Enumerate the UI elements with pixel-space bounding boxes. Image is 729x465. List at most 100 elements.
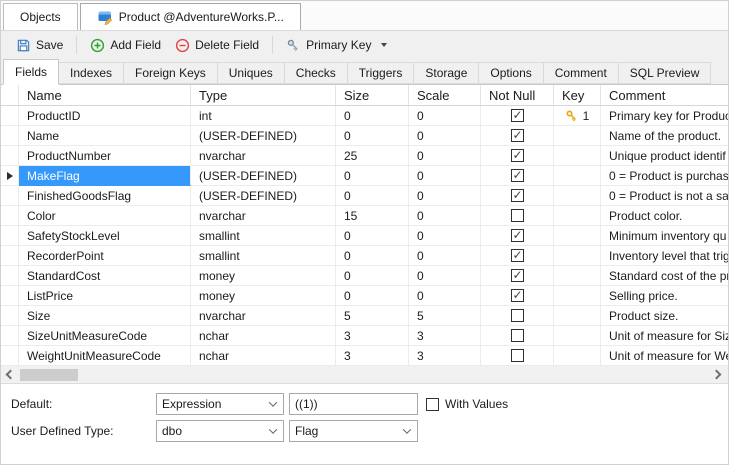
cell-comment[interactable]: 0 = Product is not a sal <box>601 186 728 206</box>
cell-size[interactable]: 0 <box>336 186 409 206</box>
not-null-checkbox[interactable] <box>511 329 524 342</box>
cell-field-name[interactable]: SafetyStockLevel <box>19 226 191 246</box>
cell-scale[interactable]: 0 <box>409 146 481 166</box>
add-field-button[interactable]: Add Field <box>83 35 168 56</box>
cell-comment[interactable]: Selling price. <box>601 286 728 306</box>
not-null-checkbox[interactable] <box>511 349 524 362</box>
cell-key[interactable] <box>554 226 601 246</box>
cell-comment[interactable]: Primary key for Produc <box>601 106 728 126</box>
cell-field-name[interactable]: Size <box>19 306 191 326</box>
cell-key[interactable] <box>554 346 601 366</box>
cell-not-null[interactable] <box>481 346 554 366</box>
table-row[interactable]: ProductID int 0 0 1 Primary key for Pro <box>1 106 728 126</box>
delete-field-button[interactable]: Delete Field <box>168 35 266 56</box>
cell-field-name[interactable]: WeightUnitMeasureCode <box>19 346 191 366</box>
scroll-right-icon[interactable] <box>712 370 722 380</box>
not-null-checkbox[interactable] <box>511 209 524 222</box>
table-row[interactable]: ListPrice money 0 0 Selling price. <box>1 286 728 306</box>
table-row[interactable]: ProductNumber nvarchar 25 0 Unique pro <box>1 146 728 166</box>
cell-key[interactable] <box>554 166 601 186</box>
cell-comment[interactable]: Product color. <box>601 206 728 226</box>
cell-not-null[interactable] <box>481 286 554 306</box>
row-selector-gutter[interactable] <box>1 106 19 126</box>
not-null-checkbox[interactable] <box>511 309 524 322</box>
row-selector-gutter[interactable] <box>1 186 19 206</box>
tab-product-designer[interactable]: Product @AdventureWorks.P... <box>80 3 301 30</box>
cell-key[interactable] <box>554 306 601 326</box>
cell-type[interactable]: (USER-DEFINED) <box>191 166 336 186</box>
cell-field-name[interactable]: FinishedGoodsFlag <box>19 186 191 206</box>
not-null-checkbox[interactable] <box>511 289 524 302</box>
cell-key[interactable]: 1 <box>554 106 601 126</box>
cell-field-name[interactable]: ListPrice <box>19 286 191 306</box>
col-header-type[interactable]: Type <box>191 85 336 106</box>
tab-uniques[interactable]: Uniques <box>217 62 285 84</box>
tab-indexes[interactable]: Indexes <box>58 62 124 84</box>
table-row[interactable]: MakeFlag (USER-DEFINED) 0 0 0 = Produc <box>1 166 728 186</box>
cell-not-null[interactable] <box>481 246 554 266</box>
tab-sql-preview[interactable]: SQL Preview <box>618 62 712 84</box>
horizontal-scrollbar[interactable] <box>1 366 728 384</box>
row-selector-gutter[interactable] <box>1 286 19 306</box>
tab-objects[interactable]: Objects <box>3 3 78 30</box>
udt-schema-select[interactable]: dbo <box>156 420 284 442</box>
cell-not-null[interactable] <box>481 166 554 186</box>
col-header-name[interactable]: Name <box>19 85 191 106</box>
cell-type[interactable]: nvarchar <box>191 206 336 226</box>
cell-scale[interactable]: 0 <box>409 226 481 246</box>
cell-type[interactable]: int <box>191 106 336 126</box>
cell-size[interactable]: 3 <box>336 346 409 366</box>
cell-field-name[interactable]: ProductID <box>19 106 191 126</box>
not-null-checkbox[interactable] <box>511 269 524 282</box>
cell-key[interactable] <box>554 206 601 226</box>
cell-scale[interactable]: 0 <box>409 286 481 306</box>
cell-scale[interactable]: 3 <box>409 346 481 366</box>
cell-size[interactable]: 5 <box>336 306 409 326</box>
cell-type[interactable]: money <box>191 266 336 286</box>
cell-size[interactable]: 0 <box>336 126 409 146</box>
with-values-checkbox[interactable] <box>426 398 439 411</box>
udt-type-select[interactable]: Flag <box>289 420 418 442</box>
cell-comment[interactable]: 0 = Product is purchase <box>601 166 728 186</box>
cell-comment[interactable]: Product size. <box>601 306 728 326</box>
tab-checks[interactable]: Checks <box>284 62 348 84</box>
cell-scale[interactable]: 0 <box>409 186 481 206</box>
not-null-checkbox[interactable] <box>511 169 524 182</box>
cell-scale[interactable]: 0 <box>409 106 481 126</box>
cell-field-name[interactable]: ProductNumber <box>19 146 191 166</box>
cell-scale[interactable]: 0 <box>409 266 481 286</box>
cell-type[interactable]: nvarchar <box>191 306 336 326</box>
cell-comment[interactable]: Unit of measure for Siz <box>601 326 728 346</box>
not-null-checkbox[interactable] <box>511 189 524 202</box>
cell-type[interactable]: (USER-DEFINED) <box>191 186 336 206</box>
cell-type[interactable]: nchar <box>191 326 336 346</box>
cell-type[interactable]: (USER-DEFINED) <box>191 126 336 146</box>
cell-comment[interactable]: Name of the product. <box>601 126 728 146</box>
cell-type[interactable]: smallint <box>191 246 336 266</box>
cell-comment[interactable]: Standard cost of the pr <box>601 266 728 286</box>
col-header-not-null[interactable]: Not Null <box>481 85 554 106</box>
cell-size[interactable]: 0 <box>336 286 409 306</box>
cell-size[interactable]: 0 <box>336 266 409 286</box>
not-null-checkbox[interactable] <box>511 129 524 142</box>
cell-key[interactable] <box>554 126 601 146</box>
cell-size[interactable]: 25 <box>336 146 409 166</box>
not-null-checkbox[interactable] <box>511 249 524 262</box>
row-selector-gutter[interactable] <box>1 266 19 286</box>
tab-fields[interactable]: Fields <box>3 59 59 85</box>
cell-field-name[interactable]: MakeFlag <box>19 166 191 186</box>
table-row[interactable]: Name (USER-DEFINED) 0 0 Name of the pr <box>1 126 728 146</box>
cell-not-null[interactable] <box>481 326 554 346</box>
cell-field-name[interactable]: Name <box>19 126 191 146</box>
table-row[interactable]: SafetyStockLevel smallint 0 0 Minimum <box>1 226 728 246</box>
cell-not-null[interactable] <box>481 226 554 246</box>
cell-field-name[interactable]: RecorderPoint <box>19 246 191 266</box>
tab-foreign-keys[interactable]: Foreign Keys <box>123 62 218 84</box>
cell-not-null[interactable] <box>481 126 554 146</box>
cell-not-null[interactable] <box>481 106 554 126</box>
cell-scale[interactable]: 3 <box>409 326 481 346</box>
cell-not-null[interactable] <box>481 206 554 226</box>
row-selector-gutter[interactable] <box>1 126 19 146</box>
cell-key[interactable] <box>554 186 601 206</box>
default-value-input[interactable] <box>290 394 417 414</box>
